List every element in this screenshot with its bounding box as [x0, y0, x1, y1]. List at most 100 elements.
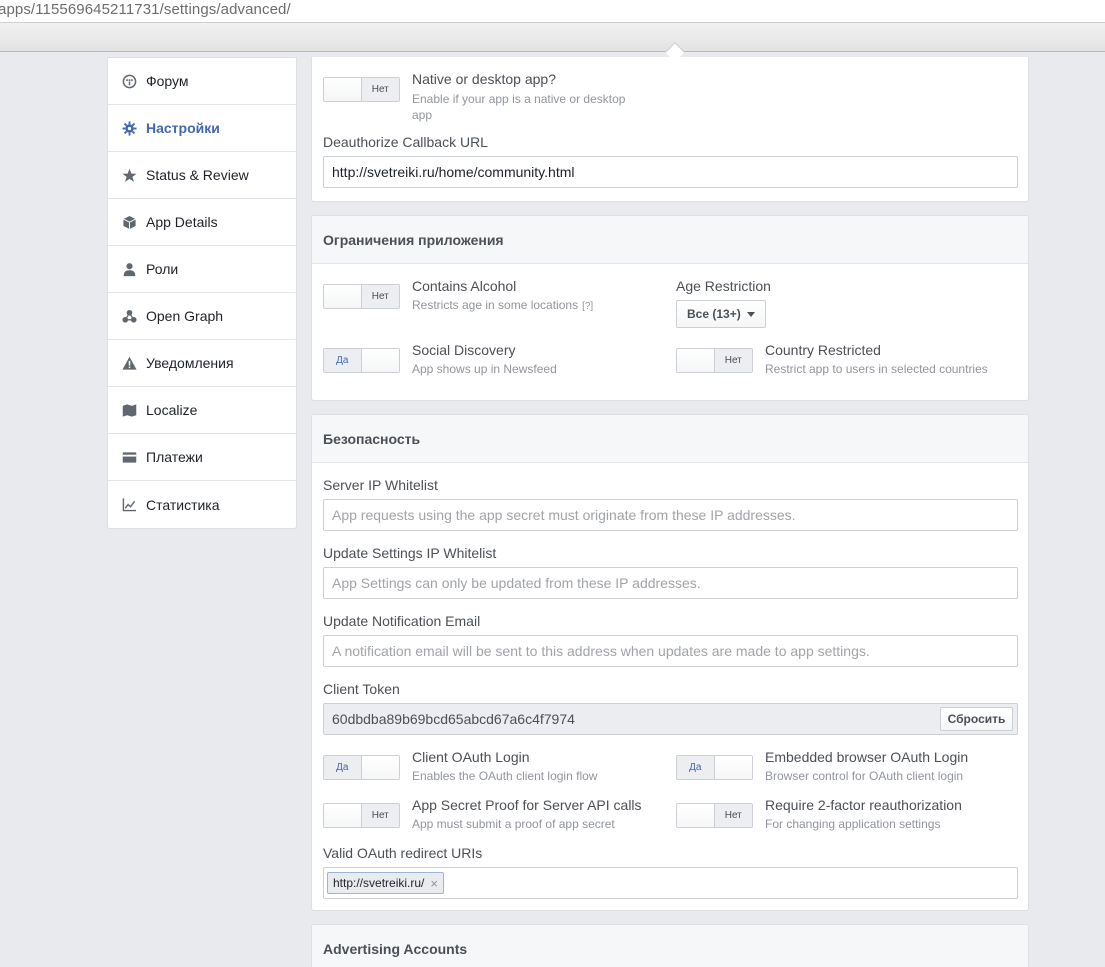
secret-proof-desc: App must submit a proof of app secret [412, 817, 615, 831]
client-oauth-desc: Enables the OAuth client login flow [412, 769, 598, 783]
sidebar-item-app-details[interactable]: App Details [108, 199, 296, 246]
app-restrictions-panel: Ограничения приложения Нет Contains Alco… [311, 215, 1029, 401]
sidebar-item-roles[interactable]: Роли [108, 246, 296, 293]
sidebar-item-label: Localize [146, 402, 198, 418]
map-icon [121, 402, 137, 418]
twofactor-desc: For changing application settings [765, 817, 941, 831]
sidebar-item-status-review[interactable]: Status & Review [108, 152, 296, 199]
toggle-label: Да [324, 756, 362, 779]
security-panel: Безопасность Server IP Whitelist App req… [311, 414, 1029, 911]
sidebar-item-notifications[interactable]: Уведомления [108, 340, 296, 387]
secret-proof-title: App Secret Proof for Server API calls [412, 797, 642, 813]
native-app-title: Native or desktop app? [412, 71, 556, 87]
embedded-oauth-toggle[interactable]: Да [676, 755, 753, 780]
toggle-label: Да [677, 756, 715, 779]
age-restriction-title: Age Restriction [676, 278, 771, 294]
toggle-knob [324, 285, 362, 308]
sidebar-item-statistics[interactable]: Статистика [108, 481, 296, 528]
update-ip-input[interactable]: App Settings can only be updated from th… [323, 567, 1018, 599]
toggle-knob [324, 804, 362, 827]
warning-icon [121, 355, 137, 371]
sidebar-item-open-graph[interactable]: Open Graph [108, 293, 296, 340]
toggle-knob [677, 804, 715, 827]
toggle-label: Нет [361, 804, 399, 827]
twofactor-toggle[interactable]: Нет [676, 803, 753, 828]
forum-icon [121, 73, 137, 89]
client-token-field[interactable]: 60dbdba89b69bcd65abcd67a6c4f7974 [323, 703, 1018, 735]
server-ip-input[interactable]: App requests using the app secret must o… [323, 499, 1018, 531]
social-discovery-desc: App shows up in Newsfeed [412, 362, 557, 376]
person-icon [121, 261, 137, 277]
sidebar-item-label: Open Graph [146, 308, 224, 324]
browser-url-bar[interactable]: apps/115569645211731/settings/advanced/ [0, 0, 1105, 22]
contains-alcohol-desc: Restricts age in some locations [?] [412, 297, 593, 315]
graph-icon [121, 308, 137, 324]
basic-advanced-panel: Нет Native or desktop app? Enable if you… [311, 57, 1029, 202]
gear-icon [121, 120, 137, 136]
age-restriction-value: Все (13+) [687, 307, 741, 321]
server-ip-label: Server IP Whitelist [323, 477, 438, 493]
toggle-knob [361, 756, 399, 779]
remove-token-icon[interactable]: × [430, 876, 438, 891]
toggle-label: Нет [714, 804, 752, 827]
deauth-url-input[interactable]: http://svetreiki.ru/home/community.html [323, 156, 1018, 188]
embedded-oauth-title: Embedded browser OAuth Login [765, 749, 969, 765]
sidebar-item-label: Уведомления [146, 355, 234, 371]
cube-icon [121, 214, 137, 230]
caret-down-icon [746, 311, 755, 317]
embedded-oauth-desc: Browser control for OAuth client login [765, 769, 964, 783]
country-restricted-desc: Restrict app to users in selected countr… [765, 362, 988, 376]
help-link[interactable]: [?] [582, 301, 593, 312]
country-restricted-title: Country Restricted [765, 342, 881, 358]
sidebar-item-label: Форум [146, 73, 189, 89]
sidebar-item-label: Платежи [146, 449, 203, 465]
country-restricted-toggle[interactable]: Нет [676, 348, 753, 373]
redirect-uris-label: Valid OAuth redirect URIs [323, 845, 483, 861]
redirect-uris-input[interactable]: http://svetreiki.ru/ × [323, 867, 1018, 899]
card-icon [121, 449, 137, 465]
native-app-toggle[interactable]: Нет [323, 77, 400, 102]
sidebar-item-payments[interactable]: Платежи [108, 434, 296, 481]
social-discovery-toggle[interactable]: Да [323, 348, 400, 373]
toggle-knob [714, 756, 752, 779]
redirect-uri-text: http://svetreiki.ru/ [333, 876, 425, 890]
url-text[interactable]: apps/115569645211731/settings/advanced/ [0, 1, 291, 18]
sidebar-item-settings[interactable]: Настройки [108, 105, 296, 152]
contains-alcohol-desc-text: Restricts age in some locations [412, 298, 579, 312]
toggle-label: Нет [361, 285, 399, 308]
secret-proof-toggle[interactable]: Нет [323, 803, 400, 828]
toggle-label: Нет [714, 349, 752, 372]
reset-token-button[interactable]: Сбросить [940, 707, 1013, 731]
toggle-label: Да [324, 349, 362, 372]
sidebar-item-label: Статистика [146, 496, 220, 513]
restrictions-title: Ограничения приложения [312, 216, 1028, 264]
toggle-label: Нет [361, 78, 399, 101]
notification-email-input[interactable]: A notification email will be sent to thi… [323, 635, 1018, 667]
client-token-value: 60dbdba89b69bcd65abcd67a6c4f7974 [332, 711, 575, 727]
age-restriction-select[interactable]: Все (13+) [676, 300, 766, 328]
star-icon [121, 167, 137, 183]
sidebar-item-label: Status & Review [146, 167, 249, 183]
native-app-desc: Enable if your app is a native or deskto… [412, 92, 626, 122]
advertising-accounts-panel: Advertising Accounts [311, 924, 1029, 967]
browser-toolbar-strip [0, 22, 1105, 52]
client-oauth-toggle[interactable]: Да [323, 755, 400, 780]
toggle-knob [677, 349, 715, 372]
sidebar-item-label: Роли [146, 261, 179, 277]
sidebar-item-forum[interactable]: Форум [108, 58, 296, 105]
client-token-label: Client Token [323, 681, 400, 697]
redirect-uri-token: http://svetreiki.ru/ × [327, 872, 444, 894]
deauth-url-label: Deauthorize Callback URL [323, 134, 488, 150]
sidebar-item-localize[interactable]: Localize [108, 387, 296, 434]
contains-alcohol-toggle[interactable]: Нет [323, 284, 400, 309]
security-title: Безопасность [312, 415, 1028, 463]
advertising-title: Advertising Accounts [312, 925, 1028, 967]
notification-email-label: Update Notification Email [323, 613, 481, 629]
chart-icon [121, 497, 137, 513]
sidebar-item-label: Настройки [146, 120, 220, 136]
client-oauth-title: Client OAuth Login [412, 749, 530, 765]
contains-alcohol-title: Contains Alcohol [412, 278, 517, 294]
twofactor-title: Require 2-factor reauthorization [765, 797, 962, 813]
settings-sidebar: Форум Настройки Status & Review App Deta… [107, 57, 297, 529]
toggle-knob [324, 78, 362, 101]
